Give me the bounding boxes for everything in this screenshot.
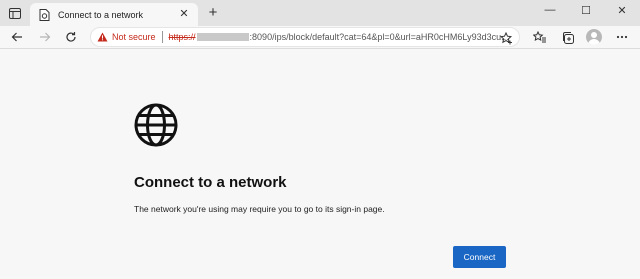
security-warning[interactable]: Not secure	[97, 32, 156, 42]
connect-button[interactable]: Connect	[453, 246, 506, 268]
address-separator	[161, 31, 163, 43]
collections-icon[interactable]	[558, 28, 576, 46]
maximize-button[interactable]: ☐	[568, 0, 604, 20]
globe-icon	[133, 102, 179, 148]
not-secure-label: Not secure	[112, 32, 156, 42]
tab-close-icon[interactable]: ✕	[178, 8, 190, 20]
page-title: Connect to a network	[134, 174, 287, 191]
favorite-add-icon[interactable]	[499, 31, 513, 45]
tab-connect-to-network[interactable]: Connect to a network ✕	[30, 3, 198, 26]
tab-actions-icon[interactable]	[4, 3, 26, 23]
address-bar[interactable]: Not secure https:// :8090/ips/block/defa…	[90, 27, 520, 47]
forward-icon[interactable]	[36, 28, 54, 46]
url-host-redacted	[196, 33, 249, 41]
refresh-icon[interactable]	[62, 28, 80, 46]
more-icon[interactable]	[613, 28, 631, 46]
url-scheme: https://	[168, 32, 196, 42]
sign-in-message: The network you're using may require you…	[134, 204, 385, 214]
page-icon	[38, 8, 50, 21]
minimize-button[interactable]: —	[532, 0, 568, 20]
toolbar: Not secure https:// :8090/ips/block/defa…	[0, 26, 640, 48]
favorites-icon[interactable]	[530, 28, 548, 46]
profile-icon[interactable]	[586, 29, 602, 45]
back-icon[interactable]	[8, 28, 26, 46]
warning-icon	[97, 32, 108, 42]
toolbar-divider	[0, 48, 640, 49]
tab-title: Connect to a network	[58, 9, 144, 20]
window-close-button[interactable]: ✕	[604, 0, 640, 20]
new-tab-button[interactable]: +	[205, 5, 221, 21]
title-bar: Connect to a network ✕ + — ☐ ✕	[0, 0, 640, 26]
url-text: :8090/ips/block/default?cat=64&pl=0&url=…	[249, 32, 509, 42]
